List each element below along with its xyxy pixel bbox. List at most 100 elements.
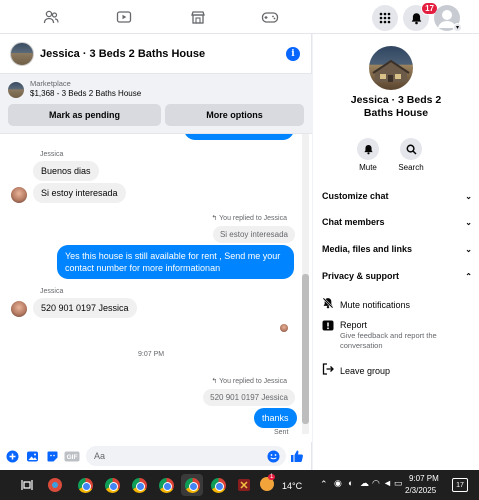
section-label: Privacy & support — [322, 271, 400, 281]
quoted-message[interactable]: Si estoy interesada — [212, 226, 295, 243]
smiley-icon — [267, 450, 279, 462]
quoted-message[interactable]: 520 901 0197 Jessica — [203, 389, 295, 406]
message-bubble-incoming[interactable]: Buenos dias — [33, 161, 99, 181]
friends-nav-button[interactable] — [38, 4, 64, 30]
weather-badge: 1 — [268, 474, 276, 480]
privacy-support-section[interactable]: Privacy & support ⌃ — [322, 268, 472, 284]
leave-group-item[interactable]: Leave group — [322, 363, 472, 378]
chat-avatar[interactable] — [10, 41, 34, 66]
marketplace-nav-button[interactable] — [185, 4, 211, 30]
listing-thumbnail[interactable] — [8, 82, 24, 98]
report-item[interactable]: Report Give feedback and report the conv… — [322, 320, 472, 350]
partial-outgoing-bubble — [184, 134, 294, 140]
menu-button[interactable] — [372, 5, 398, 31]
like-button[interactable] — [290, 449, 304, 463]
thumbs-up-icon — [291, 450, 303, 462]
chrome-icon — [104, 477, 120, 493]
message-input[interactable]: Aa — [86, 446, 286, 466]
wifi-icon[interactable]: ◠ — [372, 478, 380, 489]
taskbar-app-1[interactable] — [44, 474, 66, 496]
task-view-button[interactable] — [16, 474, 38, 496]
chrome-taskbar-4[interactable] — [155, 474, 177, 496]
temperature: 14°C — [282, 481, 303, 491]
gif-icon: GIF — [64, 451, 80, 461]
app-icon — [238, 479, 250, 491]
tray-icon[interactable]: ◉ — [334, 478, 342, 489]
sender-avatar[interactable] — [11, 187, 27, 203]
video-icon — [116, 11, 132, 23]
message-bubble-outgoing[interactable]: Yes this house is still available for re… — [57, 245, 294, 279]
search-icon — [406, 144, 417, 155]
chat-panel: Jessica · 3 Beds 2 Baths House i Marketp… — [0, 34, 312, 470]
media-files-links-section[interactable]: Media, files and links ⌄ — [322, 241, 472, 257]
grid-menu-icon — [379, 12, 391, 24]
sender-name: Jessica — [40, 151, 64, 158]
chrome-icon — [131, 477, 147, 493]
attach-photo-button[interactable] — [25, 449, 39, 463]
chevron-down-icon: ⌄ — [465, 217, 472, 227]
sticker-button[interactable] — [45, 449, 59, 463]
marketplace-icon — [191, 11, 205, 24]
clock-time[interactable]: 9:07 PM — [409, 474, 439, 483]
chevron-down-icon: ▾ — [453, 23, 462, 32]
report-label: Report — [340, 320, 368, 330]
search-label: Search — [398, 163, 424, 172]
tray-icon[interactable]: ◐ — [348, 478, 353, 488]
chat-info-panel: Jessica · 3 Beds 2 Baths House Mute Sear… — [313, 34, 479, 470]
tray-chevron-up-icon[interactable]: ⌃ — [320, 479, 328, 490]
message-bubble-incoming[interactable]: 520 901 0197 Jessica — [33, 298, 137, 318]
clock-date[interactable]: 2/3/2025 — [405, 486, 436, 495]
gif-button[interactable]: GIF — [64, 449, 80, 463]
video-nav-button[interactable] — [111, 4, 137, 30]
weather-widget[interactable]: 1 14°C — [258, 474, 308, 496]
message-scrollbar[interactable] — [302, 134, 309, 434]
message-composer: GIF Aa — [0, 442, 312, 470]
notification-center-button[interactable]: 17 — [452, 478, 468, 492]
battery-icon[interactable]: ▭ — [394, 478, 403, 489]
gaming-nav-button[interactable] — [257, 4, 283, 30]
sender-name: Jessica — [40, 288, 64, 295]
notifications-button[interactable]: 17 — [403, 2, 438, 31]
onedrive-icon[interactable]: ☁ — [360, 478, 369, 489]
chrome-taskbar-5[interactable] — [181, 474, 203, 496]
chrome-taskbar-6[interactable] — [207, 474, 229, 496]
search-action[interactable]: Search — [391, 138, 431, 172]
chat-header: Jessica · 3 Beds 2 Baths House i — [0, 34, 312, 74]
profile-avatar-button[interactable]: ▾ — [434, 5, 462, 32]
chrome-taskbar-2[interactable] — [101, 474, 123, 496]
message-bubble-incoming[interactable]: Si estoy interesada — [33, 183, 126, 203]
scrollbar-thumb[interactable] — [302, 274, 309, 424]
message-bubble-outgoing[interactable]: thanks — [254, 408, 297, 428]
sticker-icon — [47, 451, 57, 461]
message-list[interactable]: Jessica Buenos dias Si estoy interesada … — [0, 134, 312, 442]
group-avatar[interactable] — [369, 46, 413, 90]
section-label: Media, files and links — [322, 244, 413, 254]
taskbar-app-2[interactable] — [233, 474, 255, 496]
chat-title[interactable]: Jessica · 3 Beds 2 Baths House — [40, 48, 205, 60]
chrome-icon — [210, 477, 226, 493]
chevron-down-icon: ⌄ — [465, 191, 472, 201]
notification-center-count: 17 — [456, 481, 464, 489]
listing-title[interactable]: $1,368 - 3 Beds 2 Baths House — [30, 89, 141, 98]
info-icon[interactable]: i — [286, 47, 300, 61]
chrome-taskbar-3[interactable] — [128, 474, 150, 496]
mark-as-pending-button[interactable]: Mark as pending — [8, 104, 161, 126]
mute-action[interactable]: Mute — [348, 138, 388, 172]
house-image — [372, 59, 410, 82]
emoji-button[interactable] — [266, 449, 280, 463]
mute-notifications-item[interactable]: Mute notifications — [322, 297, 472, 312]
chrome-icon — [77, 477, 93, 493]
read-receipt-avatar — [280, 324, 288, 332]
message-timestamp: 9:07 PM — [138, 351, 165, 358]
add-button[interactable] — [5, 449, 19, 463]
chrome-icon — [184, 477, 200, 493]
more-options-button[interactable]: More options — [165, 104, 304, 126]
chrome-taskbar-1[interactable] — [74, 474, 96, 496]
chat-members-section[interactable]: Chat members ⌄ — [322, 214, 472, 230]
reply-indicator: ↰ You replied to Jessica — [211, 378, 287, 385]
sender-avatar[interactable] — [11, 301, 27, 317]
leave-icon — [322, 363, 340, 378]
report-description: Give feedback and report the conversatio… — [340, 331, 437, 350]
volume-icon[interactable]: ◄ — [383, 478, 392, 488]
customize-chat-section[interactable]: Customize chat ⌄ — [322, 188, 472, 204]
